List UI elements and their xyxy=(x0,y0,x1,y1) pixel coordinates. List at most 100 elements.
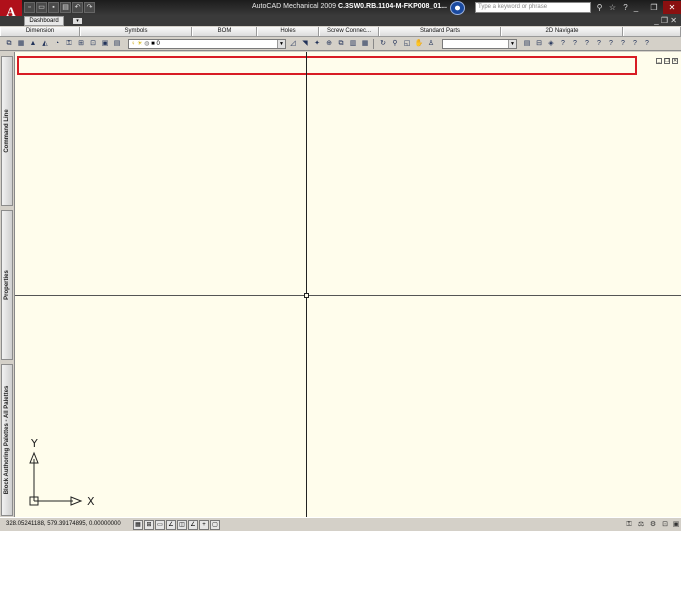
ucs-icon: Y X xyxy=(21,437,95,508)
viewport-restore-button[interactable]: ❐ xyxy=(664,58,670,64)
tab-2d-navigate[interactable]: 2D Navigate xyxy=(501,27,623,36)
grid-display-button[interactable]: ⊞ xyxy=(144,520,154,530)
layer-copy-icon[interactable]: ⧉ xyxy=(336,39,346,49)
undo-icon[interactable]: ↶ xyxy=(72,2,83,13)
layer-color-icon[interactable]: ✦ xyxy=(312,39,322,49)
title-bar: A ▫ ▭ ▪ ▤ ↶ ↷ AutoCAD Mechanical 2009 C.… xyxy=(0,0,681,26)
help-button-6[interactable]: ? xyxy=(618,39,628,49)
layer-freeze-icon[interactable]: ◔ xyxy=(52,39,62,49)
close-button[interactable]: ✕ xyxy=(663,1,681,14)
help-button-7[interactable]: ? xyxy=(630,39,640,49)
help-button-5[interactable]: ? xyxy=(606,39,616,49)
window-title-app: AutoCAD Mechanical 2009 xyxy=(252,3,337,10)
palette-label: Block Authoring Palettes - All Palettes xyxy=(4,385,10,495)
tab-dashboard[interactable]: Dashboard xyxy=(24,16,64,26)
design-center-icon[interactable]: ⊟ xyxy=(534,39,544,49)
object-snap-button[interactable]: ◫ xyxy=(177,520,187,530)
tab-standard-parts[interactable]: Standard Parts xyxy=(379,27,501,36)
redo-icon[interactable]: ↷ xyxy=(84,2,95,13)
properties-icon[interactable]: ▤ xyxy=(522,39,532,49)
regen-icon[interactable]: ↻ xyxy=(378,39,388,49)
viewport-close-button[interactable]: ✕ xyxy=(672,58,678,64)
ribbon-panel-tabs: Dimension Symbols BOM Holes Screw Connec… xyxy=(0,27,681,37)
print-icon[interactable]: ▤ xyxy=(60,2,71,13)
workspace-switch-icon[interactable]: ⚙ xyxy=(648,520,658,530)
open-icon[interactable]: ▭ xyxy=(36,2,47,13)
help-button-3[interactable]: ? xyxy=(582,39,592,49)
new-icon[interactable]: ▫ xyxy=(24,2,35,13)
view-icon[interactable]: ◱ xyxy=(402,39,412,49)
toolbar-lock-icon[interactable]: ⊡ xyxy=(660,520,670,530)
layer-translate-icon[interactable]: ▥ xyxy=(348,39,358,49)
pan-icon[interactable]: ✋ xyxy=(414,39,424,49)
palette-strip: Command Line Properties Block Authoring … xyxy=(0,52,15,517)
palette-label: Properties xyxy=(4,270,10,300)
search-input[interactable]: Type a keyword or phrase xyxy=(475,2,591,13)
layer-isolate-icon[interactable]: ▲ xyxy=(28,39,38,49)
palette-tab-block-authoring[interactable]: Block Authoring Palettes - All Palettes xyxy=(1,364,13,516)
layer-previous-icon[interactable]: ◿ xyxy=(288,39,298,49)
layer-match-icon[interactable]: ⊞ xyxy=(76,39,86,49)
help-button-8[interactable]: ? xyxy=(642,39,652,49)
star-icon[interactable]: ☆ xyxy=(607,2,618,13)
layer-state-icon[interactable]: ▦ xyxy=(16,39,26,49)
polar-tracking-button[interactable]: ∠ xyxy=(166,520,176,530)
object-tracking-button[interactable]: ∠ xyxy=(188,520,198,530)
maximize-button[interactable]: ❐ xyxy=(645,1,663,14)
binoculars-icon[interactable]: ⚲ xyxy=(594,2,605,13)
chevron-down-icon[interactable]: ▼ xyxy=(277,40,285,48)
annotation-scale-icon[interactable]: ⚖ xyxy=(636,520,646,530)
palette-tab-command-line[interactable]: Command Line xyxy=(1,56,13,206)
viewport-controls: _ ❐ ✕ xyxy=(656,58,678,64)
coordinate-readout[interactable]: 328.05241188, 579.39174895, 0.00000000 xyxy=(6,521,121,527)
layer-lock-icon[interactable]: ⚿ xyxy=(64,39,74,49)
style-dropdown[interactable]: ▼ xyxy=(442,39,517,49)
layer-name: 0 xyxy=(156,41,160,47)
window-title-file: C.3SW0.RB.1104-M-FKP008_01... xyxy=(338,3,447,10)
crosshair-pickbox xyxy=(304,293,309,298)
toolbar-separator xyxy=(373,39,374,49)
layer-delete-icon[interactable]: ▤ xyxy=(112,39,122,49)
layer-walk-icon[interactable]: ⊡ xyxy=(88,39,98,49)
help-button-1[interactable]: ? xyxy=(558,39,568,49)
layer-dropdown[interactable]: ♀ ☀ ◍ ■ 0 ▼ xyxy=(128,39,286,49)
tab-screw-connection[interactable]: Screw Connec... xyxy=(319,27,379,36)
layer-unisolate-icon[interactable]: ◭ xyxy=(40,39,50,49)
layer-grid-icon[interactable]: ▦ xyxy=(360,39,370,49)
help-button-4[interactable]: ? xyxy=(594,39,604,49)
help-button-2[interactable]: ? xyxy=(570,39,580,49)
window-title: AutoCAD Mechanical 2009 C.3SW0.RB.1104-M… xyxy=(252,3,447,10)
lock-icon[interactable]: ⚿ xyxy=(624,520,634,530)
drawing-canvas[interactable]: _ ❐ ✕ Y X xyxy=(15,52,681,517)
tab-holes[interactable]: Holes xyxy=(257,27,319,36)
walk-icon[interactable]: ♙ xyxy=(426,39,436,49)
autocad-window: A ▫ ▭ ▪ ▤ ↶ ↷ AutoCAD Mechanical 2009 C.… xyxy=(0,0,681,531)
workspace-tab-row: Dashboard ▾ _ ❐ ✕ xyxy=(0,16,681,26)
minimize-button[interactable]: _ xyxy=(627,1,645,14)
document-window-controls[interactable]: _ ❐ ✕ xyxy=(654,16,677,25)
zoom-icon[interactable]: ⚲ xyxy=(390,39,400,49)
palette-tab-properties[interactable]: Properties xyxy=(1,210,13,360)
chevron-down-icon[interactable]: ▾ xyxy=(73,18,82,24)
tab-bom[interactable]: BOM xyxy=(192,27,257,36)
layer-properties-icon[interactable]: ⧉ xyxy=(4,39,14,49)
tab-dimension[interactable]: Dimension xyxy=(0,27,80,36)
snap-mode-button[interactable]: ▦ xyxy=(133,520,143,530)
tool-palette-icon[interactable]: ◈ xyxy=(546,39,556,49)
layer-merge-icon[interactable]: ▣ xyxy=(100,39,110,49)
sun-icon: ☀ xyxy=(137,41,143,47)
chevron-down-icon[interactable]: ▼ xyxy=(508,40,516,48)
ortho-mode-button[interactable]: ▭ xyxy=(155,520,165,530)
save-icon[interactable]: ▪ xyxy=(48,2,59,13)
infocenter-icon[interactable] xyxy=(450,1,465,15)
lock-icon: ◍ xyxy=(144,41,150,47)
viewport-minimize-button[interactable]: _ xyxy=(656,58,662,64)
dynamic-input-button[interactable]: + xyxy=(199,520,209,530)
layer-tools-icon[interactable]: ⊕ xyxy=(324,39,334,49)
layer-filter-icon[interactable]: ◥ xyxy=(300,39,310,49)
lineweight-button[interactable]: ▢ xyxy=(210,520,220,530)
tab-empty xyxy=(623,27,681,36)
clean-screen-icon[interactable]: ▣ xyxy=(671,520,681,530)
highlight-rectangle xyxy=(17,56,637,75)
tab-symbols[interactable]: Symbols xyxy=(80,27,192,36)
